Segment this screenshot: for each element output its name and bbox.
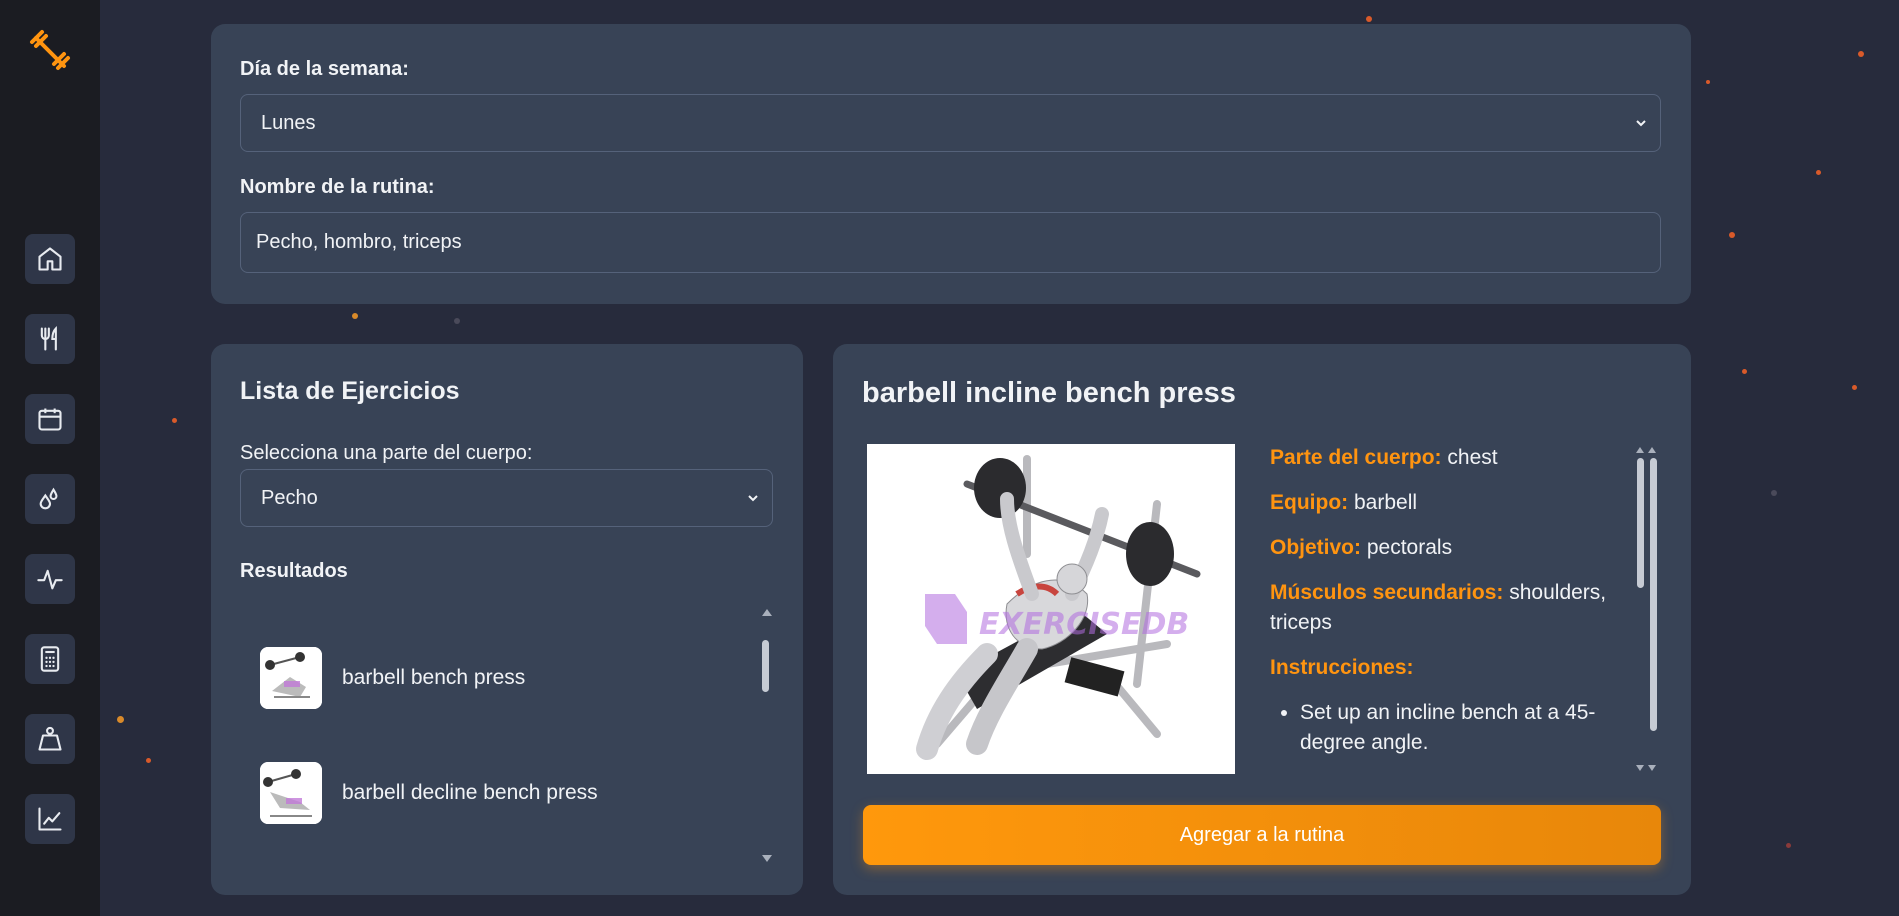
nav-progress[interactable] xyxy=(25,794,75,844)
body-part-select-value: Pecho xyxy=(261,486,318,509)
secondary-key: Músculos secundarios: xyxy=(1270,581,1504,604)
nav-hydration[interactable] xyxy=(25,474,75,524)
nav-calendar[interactable] xyxy=(25,394,75,444)
weight-icon xyxy=(38,726,62,751)
scrollbar-thumb[interactable] xyxy=(762,640,769,692)
secondary-muscles-info-cont: triceps xyxy=(1270,608,1332,638)
chevron-down-icon xyxy=(1636,120,1646,127)
calendar-icon xyxy=(38,408,62,431)
target-value: pectorals xyxy=(1366,536,1453,559)
results-label: Resultados xyxy=(240,560,348,582)
equipment-value: barbell xyxy=(1354,491,1418,514)
nav-home[interactable] xyxy=(25,234,75,284)
body-part-value: chest xyxy=(1447,446,1498,469)
secondary-value-line2: triceps xyxy=(1270,611,1332,634)
body-part-select[interactable]: Pecho xyxy=(240,469,773,527)
scroll-up-icon[interactable] xyxy=(1648,447,1656,453)
instruction-line2: degree angle. xyxy=(1300,731,1429,754)
result-name: barbell decline bench press xyxy=(342,781,598,804)
calculator-icon xyxy=(40,646,60,672)
activity-icon xyxy=(37,569,63,590)
exercise-thumbnail xyxy=(260,762,322,824)
sidebar xyxy=(0,0,100,916)
routine-name-label: Nombre de la rutina: xyxy=(240,176,435,198)
scrollbar-thumb[interactable] xyxy=(1650,458,1657,731)
scroll-down-icon[interactable] xyxy=(762,855,772,862)
chart-line-icon xyxy=(38,807,62,831)
body-part-key: Parte del cuerpo: xyxy=(1270,446,1442,469)
chevron-down-icon xyxy=(748,495,758,502)
exercise-list-card: Lista de Ejercicios Selecciona una parte… xyxy=(211,344,803,895)
home-icon xyxy=(38,247,62,271)
list-item[interactable]: barbell decline bench press xyxy=(260,761,598,825)
result-name: barbell bench press xyxy=(342,666,526,689)
exercise-image: EXERCISEDB xyxy=(867,444,1235,774)
dumbbell-icon[interactable] xyxy=(28,28,72,72)
body-part-info: Parte del cuerpo: chest xyxy=(1270,443,1498,473)
instruction-line1: Set up an incline bench at a 45- xyxy=(1300,701,1596,724)
equipment-key: Equipo: xyxy=(1270,491,1349,514)
nav-activity[interactable] xyxy=(25,554,75,604)
exercise-title: barbell incline bench press xyxy=(862,377,1236,409)
day-select[interactable]: Lunes xyxy=(240,94,1661,152)
scroll-up-icon[interactable] xyxy=(1636,447,1644,453)
list-item[interactable]: barbell bench press xyxy=(260,646,525,710)
instruction-item: Set up an incline bench at a 45- degree … xyxy=(1300,698,1610,758)
routine-name-value: Pecho, hombro, triceps xyxy=(256,231,462,253)
utensils-icon xyxy=(40,325,57,351)
target-info: Objetivo: pectorals xyxy=(1270,533,1452,563)
routine-name-input[interactable]: Pecho, hombro, triceps xyxy=(240,212,1661,273)
day-select-value: Lunes xyxy=(261,111,316,134)
scroll-up-icon[interactable] xyxy=(762,609,772,616)
body-part-label: Selecciona una parte del cuerpo: xyxy=(240,442,533,464)
target-key: Objetivo: xyxy=(1270,536,1362,559)
instructions-heading: Instrucciones: xyxy=(1270,653,1414,683)
scroll-down-icon[interactable] xyxy=(1648,765,1656,771)
watermark-text: EXERCISEDB xyxy=(979,607,1189,642)
add-to-routine-button[interactable]: Agregar a la rutina xyxy=(863,805,1661,865)
nav-nutrition[interactable] xyxy=(25,314,75,364)
nav-calculator[interactable] xyxy=(25,634,75,684)
exercise-list-title: Lista de Ejercicios xyxy=(240,377,460,405)
day-label: Día de la semana: xyxy=(240,58,409,80)
secondary-muscles-info: Músculos secundarios: shoulders, xyxy=(1270,578,1606,608)
droplets-icon xyxy=(39,487,58,510)
instructions-key: Instrucciones: xyxy=(1270,656,1414,679)
secondary-value-line1: shoulders, xyxy=(1509,581,1607,604)
exercise-thumbnail xyxy=(260,647,322,709)
routine-form-card: Día de la semana: Lunes Nombre de la rut… xyxy=(211,24,1691,304)
scrollbar-thumb[interactable] xyxy=(1637,458,1644,588)
scroll-down-icon[interactable] xyxy=(1636,765,1644,771)
nav-weight[interactable] xyxy=(25,714,75,764)
instructions-list: Set up an incline bench at a 45- degree … xyxy=(1270,698,1610,758)
equipment-info: Equipo: barbell xyxy=(1270,488,1417,518)
